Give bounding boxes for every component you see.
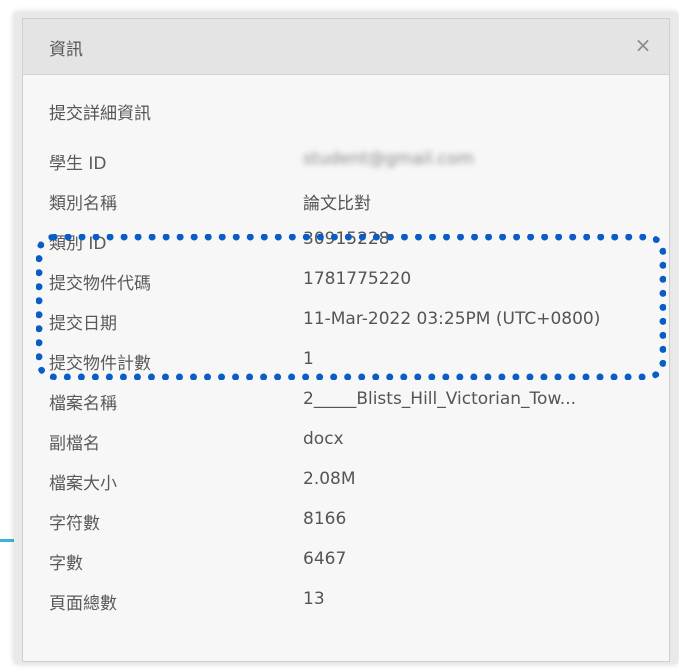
info-row-submission-count: 提交物件計數 1 — [49, 349, 659, 375]
info-row-student-id: 學生 ID student@gmail.com — [49, 149, 659, 175]
row-value-redacted: student@gmail.com — [303, 149, 474, 169]
info-row-file-extension: 副檔名 docx — [49, 429, 659, 455]
row-value: 6467 — [303, 549, 347, 569]
info-row-category-id: 類別 ID 30915228 — [49, 229, 659, 255]
info-row-submission-date: 提交日期 11-Mar-2022 03:25PM (UTC+0800) — [49, 309, 659, 335]
row-value: 8166 — [303, 509, 347, 529]
info-row-category-name: 類別名稱 論文比對 — [49, 189, 659, 215]
row-value: 30915228 — [303, 229, 390, 249]
row-value: 2_____Blists_Hill_Victorian_Tow... — [303, 389, 577, 409]
info-row-word-count: 字數 6467 — [49, 549, 659, 575]
row-value: 13 — [303, 589, 325, 609]
info-row-file-name: 檔案名稱 2_____Blists_Hill_Victorian_Tow... — [49, 389, 659, 415]
row-label: 副檔名 — [49, 434, 100, 454]
row-label: 提交物件計數 — [49, 354, 151, 374]
info-row-character-count: 字符數 8166 — [49, 509, 659, 535]
row-value: 1 — [303, 349, 314, 369]
row-value: 1781775220 — [303, 269, 412, 289]
row-label: 頁面總數 — [49, 594, 117, 614]
dialog-title: 資訊 — [49, 40, 83, 60]
row-label: 提交日期 — [49, 314, 117, 334]
row-value: 11-Mar-2022 03:25PM (UTC+0800) — [303, 309, 601, 329]
dialog-title-bar: 資訊 × — [23, 19, 669, 75]
screenshot-stage: 資訊 × 提交詳細資訊 學生 ID student@gmail.com 類別名稱… — [0, 0, 679, 670]
row-label: 提交物件代碼 — [49, 274, 151, 294]
row-label: 類別 ID — [49, 234, 107, 254]
row-label: 檔案名稱 — [49, 394, 117, 414]
info-row-file-size: 檔案大小 2.08M — [49, 469, 659, 495]
row-label: 字符數 — [49, 514, 100, 534]
section-title: 提交詳細資訊 — [49, 104, 151, 124]
row-label: 檔案大小 — [49, 474, 117, 494]
info-row-page-count: 頁面總數 13 — [49, 589, 659, 615]
row-value: 論文比對 — [303, 194, 371, 214]
row-value: 2.08M — [303, 469, 356, 489]
row-label: 學生 ID — [49, 154, 107, 174]
close-icon[interactable]: × — [629, 31, 657, 59]
row-value: docx — [303, 429, 344, 449]
row-label: 字數 — [49, 554, 83, 574]
info-dialog: 資訊 × 提交詳細資訊 學生 ID student@gmail.com 類別名稱… — [22, 18, 670, 662]
row-label: 類別名稱 — [49, 194, 117, 214]
info-row-submission-id: 提交物件代碼 1781775220 — [49, 269, 659, 295]
